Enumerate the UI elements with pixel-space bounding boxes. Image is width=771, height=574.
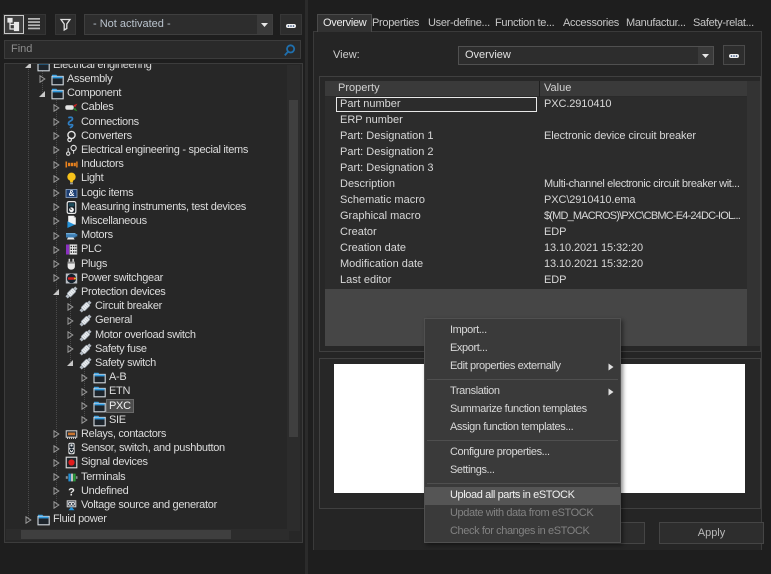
svg-text:&: &	[69, 189, 75, 198]
svg-text:?: ?	[68, 486, 75, 498]
